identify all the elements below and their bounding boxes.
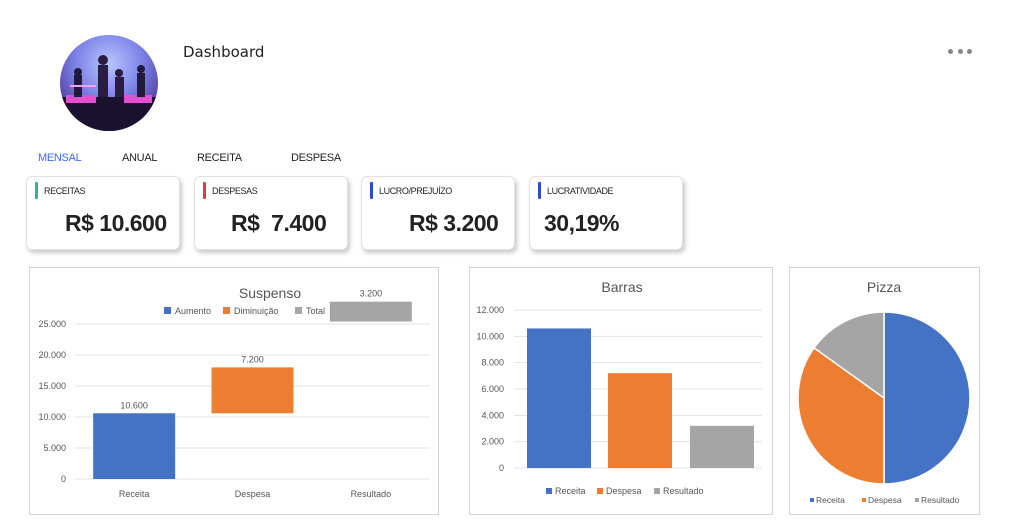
chart-barras-panel: Barras 0 2.000 4.000 6.000 8.000 10.000 12.000 R… (469, 267, 773, 515)
chart-barras: Barras 0 2.000 4.000 6.000 8.000 10.000 12.000 R… (476, 279, 762, 496)
kpi-card-lucro-prejuizo[interactable]: LUCRO/PREJUÍZO R$ 3.200 (361, 176, 515, 250)
legend-label: Receita (816, 495, 845, 505)
bar-despesa (608, 373, 672, 468)
chart-title: Pizza (867, 279, 901, 295)
kpi-label: LUCRATIVIDADE (547, 186, 614, 196)
y-tick-label: 25.000 (38, 319, 66, 329)
kpi-card-despesas[interactable]: DESPESAS R$ 7.400 (194, 176, 348, 250)
kpi-value: R$ 3.200 (409, 210, 499, 236)
slice-receita (883, 311, 971, 485)
legend-swatch (915, 498, 919, 502)
kpi-accent-bar (203, 182, 206, 199)
page-title: Dashboard (183, 43, 265, 61)
kpi-value: R$ 10.600 (65, 210, 167, 236)
legend-swatch (810, 498, 814, 502)
kpi-accent-bar (538, 182, 541, 199)
chart-suspenso-panel: Suspenso Aumento Diminuição Total 0 5.000 10.0… (29, 267, 439, 515)
tab-anual[interactable]: ANUAL (122, 152, 157, 164)
x-tick-label: Resultado (351, 489, 392, 499)
tab-despesa[interactable]: DESPESA (291, 152, 341, 164)
legend-label: Resultado (663, 486, 704, 496)
tab-mensal[interactable]: MENSAL (38, 152, 82, 164)
y-tick-label: 12.000 (476, 305, 504, 315)
y-tick-label: 0 (61, 474, 66, 484)
bar-resultado (329, 301, 412, 322)
avatar[interactable] (60, 35, 158, 131)
kpi-accent-bar (35, 182, 38, 199)
legend-swatch (862, 498, 866, 502)
more-options-icon[interactable] (948, 44, 972, 58)
legend-swatch (597, 488, 603, 494)
kpi-card-lucratividade[interactable]: LUCRATIVIDADE 30,19% (529, 176, 683, 250)
kpi-label: RECEITAS (44, 186, 86, 196)
x-tick-label: Receita (119, 489, 150, 499)
y-tick-label: 10.000 (38, 412, 66, 422)
legend-label: Resultado (921, 495, 960, 505)
legend-label: Despesa (868, 495, 902, 505)
legend-swatch (164, 307, 171, 314)
legend-label: Diminuição (234, 306, 279, 316)
chart-title: Suspenso (239, 285, 301, 301)
legend-label: Aumento (175, 306, 211, 316)
y-tick-label: 6.000 (481, 384, 504, 394)
legend-swatch (223, 307, 230, 314)
legend-swatch (654, 488, 660, 494)
legend-swatch (295, 307, 302, 314)
chart-pizza-panel: Pizza Receita Despesa Resultado (789, 267, 980, 515)
legend-label: Total (306, 306, 325, 316)
bar-despesa (211, 367, 294, 414)
bar-receita (93, 413, 176, 479)
x-tick-label: Despesa (235, 489, 271, 499)
legend-label: Despesa (606, 486, 642, 496)
chart-suspenso: Suspenso Aumento Diminuição Total 0 5.000 10.0… (38, 285, 430, 499)
y-tick-label: 2.000 (481, 437, 504, 447)
data-label: 7.200 (241, 354, 264, 364)
kpi-accent-bar (370, 182, 373, 199)
chart-title: Barras (601, 279, 642, 295)
bar-resultado (690, 425, 754, 468)
kpi-label: DESPESAS (212, 186, 258, 196)
y-tick-label: 10.000 (476, 331, 504, 341)
bar-receita (527, 328, 591, 468)
legend-label: Receita (555, 486, 586, 496)
kpi-card-receitas[interactable]: RECEITAS R$ 10.600 (26, 176, 180, 250)
y-tick-label: 15.000 (38, 381, 66, 391)
y-tick-label: 5.000 (43, 443, 66, 453)
y-tick-label: 0 (499, 463, 504, 473)
band-photo (60, 55, 158, 131)
data-label: 10.600 (120, 400, 148, 410)
data-label: 3.200 (360, 289, 383, 299)
kpi-value: 30,19% (544, 210, 620, 236)
tab-receita[interactable]: RECEITA (197, 152, 242, 164)
chart-pizza: Pizza Receita Despesa Resultado (797, 279, 971, 505)
y-tick-label: 4.000 (481, 410, 504, 420)
y-tick-label: 20.000 (38, 350, 66, 360)
kpi-value: R$ 7.400 (231, 210, 327, 236)
kpi-label: LUCRO/PREJUÍZO (379, 186, 452, 196)
y-tick-label: 8.000 (481, 358, 504, 368)
legend-swatch (546, 488, 552, 494)
